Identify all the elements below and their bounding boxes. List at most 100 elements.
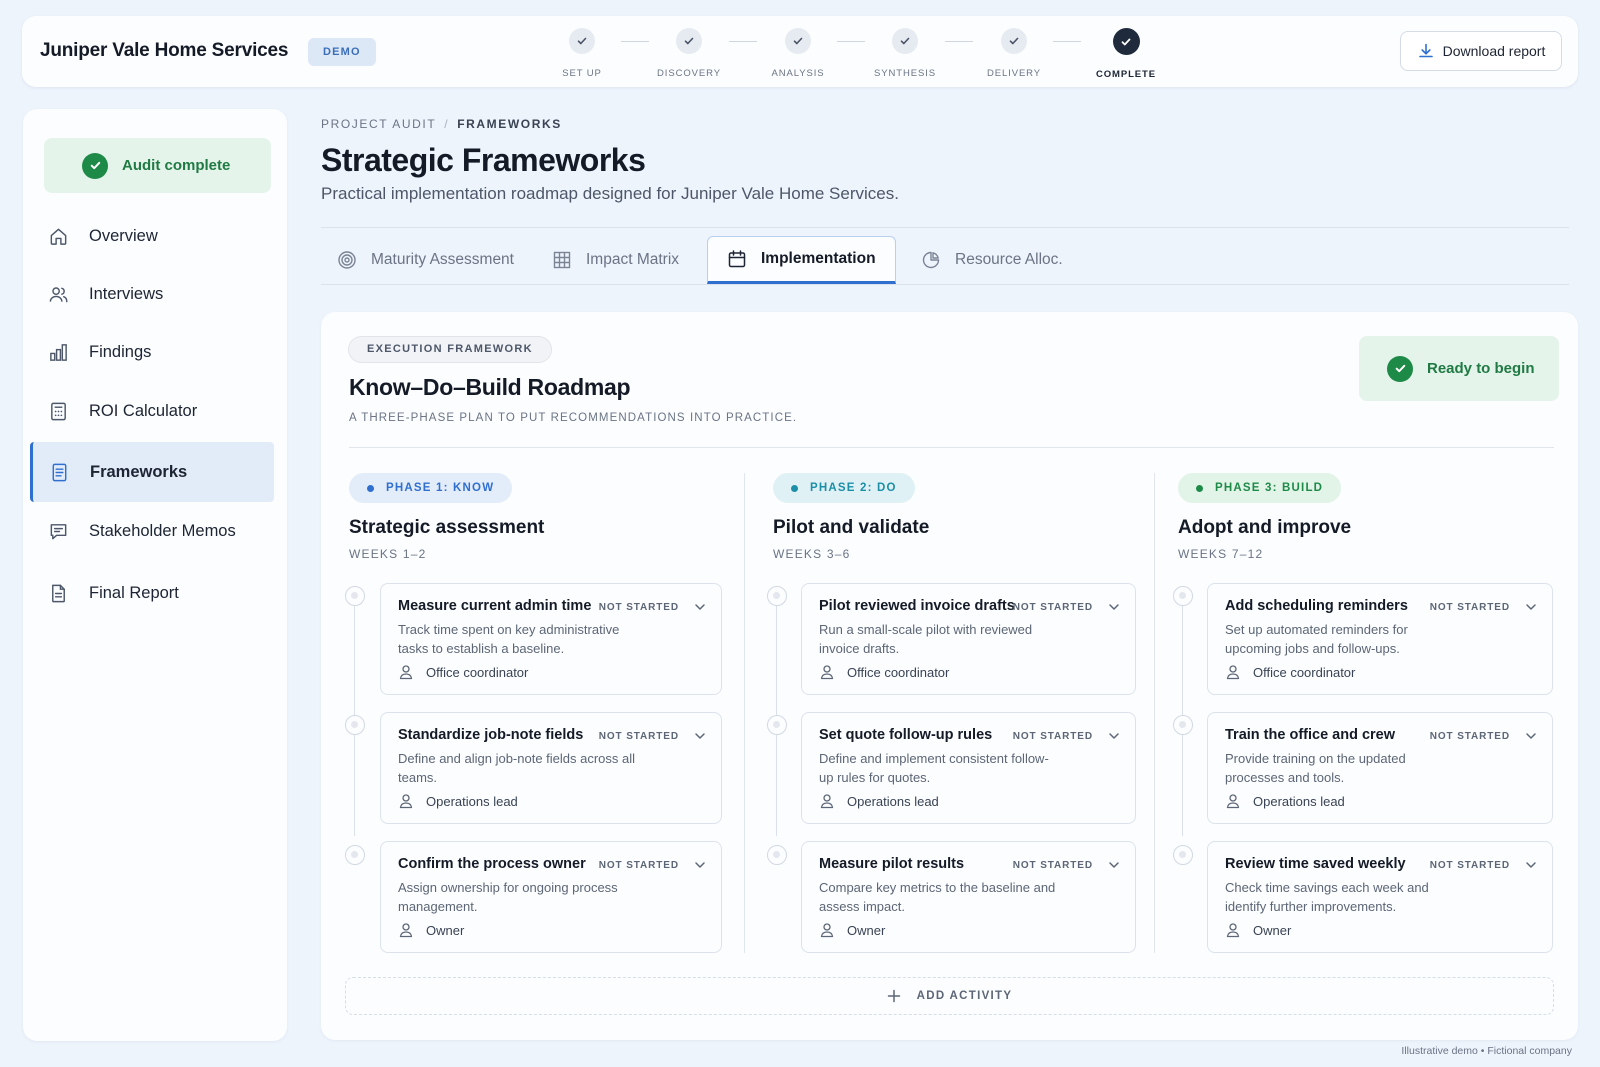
step-complete[interactable]: COMPLETE xyxy=(1076,28,1176,80)
sidebar-item-frameworks[interactable]: Frameworks xyxy=(30,442,274,502)
roadmap-title: Know–Do–Build Roadmap xyxy=(349,374,631,400)
phase-weeks: WEEKS 3–6 xyxy=(773,547,851,561)
task-owner: Office coordinator xyxy=(398,664,528,680)
task-owner: Owner xyxy=(819,922,885,938)
chevron-down-icon[interactable] xyxy=(1524,858,1538,872)
task-owner-name: Operations lead xyxy=(1253,793,1345,809)
task-card[interactable]: Add scheduling reminders NOT STARTED Set… xyxy=(1207,583,1553,695)
timeline-node xyxy=(345,845,365,865)
chevron-down-icon[interactable] xyxy=(1524,600,1538,614)
task-title: Measure current admin time xyxy=(398,598,592,614)
chevron-down-icon[interactable] xyxy=(1107,729,1121,743)
task-card[interactable]: Measure pilot results NOT STARTED Compar… xyxy=(801,841,1136,953)
bar-chart-icon xyxy=(50,343,67,361)
task-owner-name: Office coordinator xyxy=(1253,664,1356,680)
target-icon xyxy=(338,251,356,269)
chevron-down-icon[interactable] xyxy=(693,858,707,872)
user-icon xyxy=(820,665,834,680)
message-icon xyxy=(50,523,67,539)
chevron-down-icon[interactable] xyxy=(1107,600,1121,614)
sidebar: Audit complete Overview Interviews Findi… xyxy=(23,109,287,1041)
download-label: Download report xyxy=(1442,43,1546,59)
chevron-down-icon[interactable] xyxy=(693,600,707,614)
task-card[interactable]: Train the office and crew NOT STARTED Pr… xyxy=(1207,712,1553,824)
check-circle-icon xyxy=(82,152,108,179)
breadcrumb-item[interactable]: PROJECT AUDIT xyxy=(321,117,436,131)
task-card[interactable]: Confirm the process owner NOT STARTED As… xyxy=(380,841,722,953)
user-icon xyxy=(820,923,834,938)
task-description: Run a small-scale pilot with reviewed in… xyxy=(819,622,1033,656)
user-icon xyxy=(820,794,834,809)
task-card[interactable]: Standardize job-note fields NOT STARTED … xyxy=(380,712,722,824)
phase-dot xyxy=(1196,484,1203,492)
step-discovery[interactable]: DISCOVERY xyxy=(639,28,739,79)
add-activity-button[interactable]: ADD ACTIVITY xyxy=(345,977,1554,1015)
task-owner-name: Owner xyxy=(847,922,886,938)
sidebar-item-interviews[interactable]: Interviews xyxy=(23,264,275,324)
sidebar-item-stakeholder-memos[interactable]: Stakeholder Memos xyxy=(23,501,275,561)
task-owner-name: Office coordinator xyxy=(426,664,529,680)
ready-status-badge: Ready to begin xyxy=(1359,336,1559,401)
divider xyxy=(321,227,1569,228)
task-card[interactable]: Review time saved weekly NOT STARTED Che… xyxy=(1207,841,1553,953)
task-description: Provide training on the updated processe… xyxy=(1225,751,1406,785)
chevron-down-icon[interactable] xyxy=(693,729,707,743)
step-label: DELIVERY xyxy=(986,68,1042,79)
timeline-node xyxy=(345,586,365,606)
divider xyxy=(349,447,1554,448)
task-title: Pilot reviewed invoice drafts xyxy=(819,598,1015,614)
step-set-up[interactable]: SET UP xyxy=(532,28,632,79)
step-synthesis[interactable]: SYNTHESIS xyxy=(855,28,955,79)
column-divider xyxy=(744,473,745,953)
download-report-button[interactable]: Download report xyxy=(1400,31,1562,71)
check-icon xyxy=(785,28,811,54)
tab-label: Impact Matrix xyxy=(586,251,680,268)
page-subtitle: Practical implementation roadmap designe… xyxy=(321,184,899,203)
tab-maturity-assessment[interactable]: Maturity Assessment xyxy=(321,236,530,284)
phase-dot xyxy=(367,484,374,492)
task-owner-name: Operations lead xyxy=(426,793,518,809)
tab-implementation[interactable]: Implementation xyxy=(707,236,896,284)
task-card[interactable]: Pilot reviewed invoice drafts NOT STARTE… xyxy=(801,583,1136,695)
task-description: Check time savings each week and identif… xyxy=(1225,880,1429,914)
breadcrumb: PROJECT AUDIT / FRAMEWORKS xyxy=(321,117,562,131)
phase-column-build: PHASE 3: BUILD Adopt and improve WEEKS 7… xyxy=(1178,473,1351,561)
task-card[interactable]: Measure current admin time NOT STARTED T… xyxy=(380,583,722,695)
sidebar-item-findings[interactable]: Findings xyxy=(23,322,275,382)
tab-resource-alloc[interactable]: Resource Alloc. xyxy=(905,236,1079,284)
user-icon xyxy=(399,794,413,809)
ready-status-label: Ready to begin xyxy=(1427,360,1535,377)
task-status: NOT STARTED xyxy=(598,602,679,613)
task-description: Define and implement consistent follow-u… xyxy=(819,751,1049,785)
step-analysis[interactable]: ANALYSIS xyxy=(748,28,848,79)
framework-tag: EXECUTION FRAMEWORK xyxy=(348,336,552,363)
task-card[interactable]: Set quote follow-up rules NOT STARTED De… xyxy=(801,712,1136,824)
check-circle-icon xyxy=(1387,355,1413,382)
sidebar-item-roi-calculator[interactable]: ROI Calculator xyxy=(23,381,275,441)
grid-icon xyxy=(553,251,571,269)
step-label: DISCOVERY xyxy=(657,68,721,79)
sidebar-item-final-report[interactable]: Final Report xyxy=(23,563,275,623)
tab-impact-matrix[interactable]: Impact Matrix xyxy=(536,236,695,284)
timeline-node xyxy=(1173,845,1193,865)
task-description: Assign ownership for ongoing process man… xyxy=(398,880,618,914)
column-divider xyxy=(1154,473,1155,953)
task-status: NOT STARTED xyxy=(598,860,679,871)
user-icon xyxy=(399,923,413,938)
chevron-down-icon[interactable] xyxy=(1524,729,1538,743)
task-status: NOT STARTED xyxy=(1012,602,1093,613)
task-title: Set quote follow-up rules xyxy=(819,727,993,743)
check-icon xyxy=(892,28,918,54)
sidebar-item-overview[interactable]: Overview xyxy=(23,206,275,266)
step-delivery[interactable]: DELIVERY xyxy=(964,28,1064,79)
task-owner: Operations lead xyxy=(1225,793,1345,809)
task-title: Train the office and crew xyxy=(1225,727,1396,743)
task-status: NOT STARTED xyxy=(598,731,679,742)
chevron-down-icon[interactable] xyxy=(1107,858,1121,872)
sidebar-item-label: ROI Calculator xyxy=(89,401,198,420)
check-icon xyxy=(569,28,595,54)
phase-badge: PHASE 1: KNOW xyxy=(349,473,513,503)
timeline-node xyxy=(345,715,365,735)
task-status: NOT STARTED xyxy=(1429,860,1510,871)
check-icon xyxy=(1112,28,1140,55)
